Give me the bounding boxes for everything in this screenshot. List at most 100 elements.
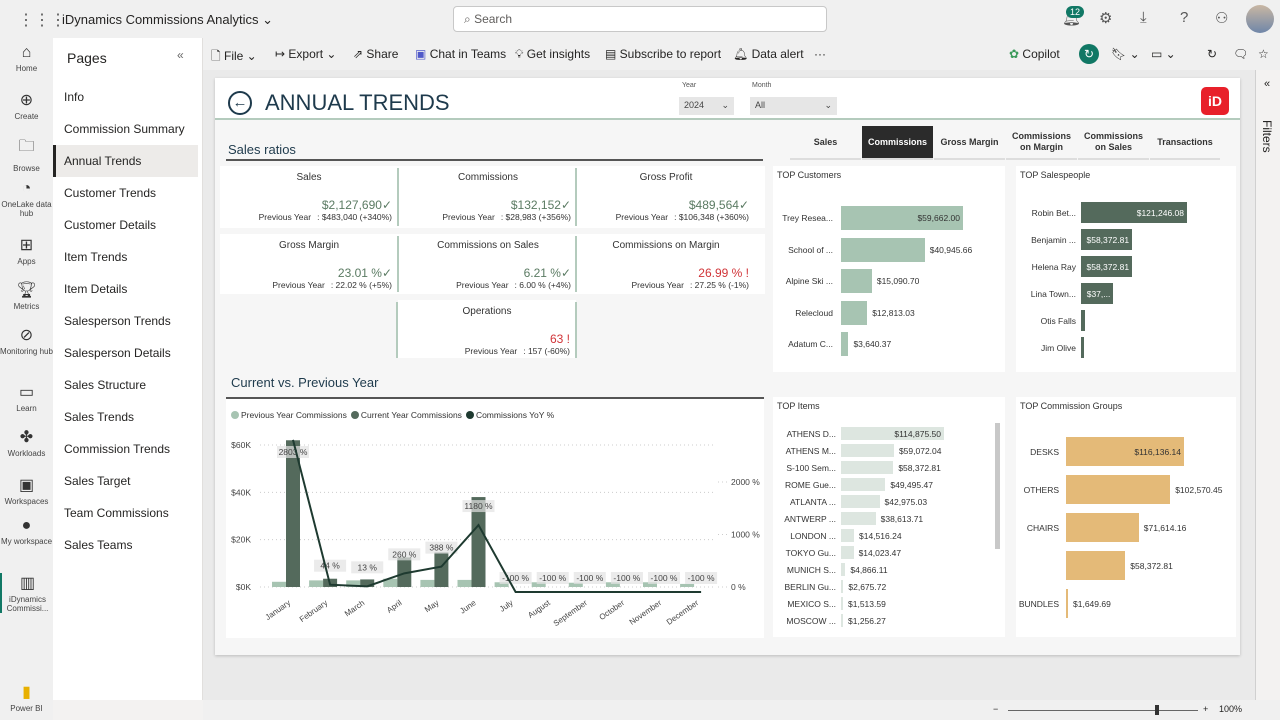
zoom-in-button[interactable]: +	[1203, 704, 1208, 714]
bar-row[interactable]: Lina Town... $37,...	[1016, 283, 1236, 304]
bar-value-label: $4,866.11	[850, 564, 888, 575]
bar[interactable]	[841, 614, 843, 627]
y-right-tick: 2000 %	[731, 477, 760, 487]
bar-row[interactable]: ANTWERP ... $38,613.71	[773, 512, 993, 525]
bar-category-label: ATLANTA ...	[790, 496, 836, 507]
bar-row[interactable]: LONDON ... $14,516.24	[773, 529, 993, 542]
bar[interactable]	[841, 461, 894, 474]
zoom-slider[interactable]	[1008, 710, 1198, 711]
bar[interactable]	[1081, 337, 1085, 358]
status-bar: − + 100%	[203, 700, 1280, 720]
bar-row[interactable]: MEXICO S... $1,513.59	[773, 597, 993, 610]
bar[interactable]	[841, 444, 894, 457]
bar-value-label: $3,640.37	[853, 339, 892, 349]
bar-row[interactable]: $58,372.81	[1016, 551, 1236, 580]
bar-row[interactable]: ATHENS M... $59,072.04	[773, 444, 993, 457]
bar-category-label: ROME Gue...	[784, 479, 836, 490]
bar-value-label: $37,...	[1086, 288, 1111, 299]
bar[interactable]	[841, 529, 854, 542]
bar[interactable]	[841, 478, 886, 491]
data-label-yoy: 260 %	[392, 549, 417, 559]
bar-row[interactable]: BERLIN Gu... $2,675.72	[773, 580, 993, 593]
bar-previous-january[interactable]	[272, 581, 286, 587]
zoom-out-button[interactable]: −	[993, 704, 998, 714]
bar-value-label: $1,256.27	[848, 615, 886, 626]
y-left-tick: $0K	[236, 582, 251, 592]
bar-category-label: MUNICH S...	[786, 564, 836, 575]
bar-category-label: ATHENS M...	[785, 445, 836, 456]
data-label-yoy: 13 %	[358, 562, 378, 572]
bar-value-label: $12,813.03	[872, 307, 915, 318]
bar[interactable]	[841, 495, 880, 508]
bar-row[interactable]: Benjamin ... $58,372.81	[1016, 229, 1236, 250]
bar-previous-december[interactable]	[680, 583, 695, 587]
bar-value-label: $49,495.47	[890, 479, 933, 490]
bar-row[interactable]: Relecloud $12,813.03	[773, 300, 993, 325]
bar-value-label: $58,372.81	[898, 462, 941, 473]
bar-category-label: MEXICO S...	[787, 598, 836, 609]
y-right-tick: 0 %	[731, 582, 746, 592]
bar[interactable]	[841, 580, 844, 593]
data-label-yoy: -100 %	[539, 573, 566, 583]
x-tick-september: September	[552, 598, 589, 628]
bar-previous-may[interactable]	[420, 579, 435, 587]
bar-category-label: DESKS	[1030, 446, 1059, 457]
bar-row[interactable]: Alpine Ski ... $15,090.70	[773, 269, 993, 293]
bar-category-label: Robin Bet...	[1031, 207, 1076, 218]
bar[interactable]	[841, 300, 868, 325]
data-label-yoy: 388 %	[429, 543, 454, 553]
bar-value-label: $71,614.16	[1143, 522, 1187, 533]
bar-row[interactable]: CHAIRS $71,614.16	[1016, 513, 1236, 542]
bar-value-label: $114,875.50	[894, 428, 941, 439]
bar-previous-february[interactable]	[309, 580, 324, 587]
bar-row[interactable]: ROME Gue... $49,495.47	[773, 478, 993, 491]
scrollbar[interactable]	[995, 423, 1000, 549]
bar[interactable]	[1066, 589, 1068, 618]
bar-value-label: $1,513.59	[848, 598, 886, 609]
x-tick-july: July	[498, 598, 515, 614]
bar-row[interactable]: MUNICH S... $4,866.11	[773, 563, 993, 576]
x-tick-april: April	[385, 598, 403, 615]
bar-category-label: Otis Falls	[1040, 315, 1076, 326]
bar-value-label: $14,516.24	[859, 530, 902, 541]
bar-row[interactable]: School of ... $40,945.66	[773, 237, 993, 262]
bar[interactable]	[841, 269, 872, 293]
bar-value-label: $59,662.00	[917, 213, 960, 223]
bar-row[interactable]: Jim Olive	[1016, 337, 1236, 358]
bar-row[interactable]: BUNDLES $1,649.69	[1016, 589, 1236, 618]
bar[interactable]	[841, 546, 854, 559]
zoom-slider-handle[interactable]	[1155, 705, 1159, 715]
bar[interactable]	[1066, 513, 1139, 542]
bar-row[interactable]: Otis Falls	[1016, 310, 1236, 331]
bar[interactable]	[841, 512, 876, 525]
y-left-tick: $60K	[231, 440, 251, 450]
bar-value-label: $58,372.81	[1130, 560, 1173, 571]
x-tick-december: December	[665, 598, 701, 627]
bar-row[interactable]: OTHERS $102,570.45	[1016, 475, 1236, 504]
bar-row[interactable]: S-100 Sem... $58,372.81	[773, 461, 993, 474]
bar[interactable]	[841, 332, 849, 356]
bar[interactable]	[1081, 310, 1086, 331]
bar-row[interactable]: DESKS $116,136.14	[1016, 437, 1236, 466]
bar-current-may[interactable]	[434, 552, 449, 587]
bar[interactable]	[1066, 475, 1171, 504]
bar-row[interactable]: Trey Resea... $59,662.00	[773, 206, 993, 230]
bar-value-label: $40,945.66	[929, 244, 973, 255]
bar[interactable]	[841, 597, 843, 610]
bar-row[interactable]: TOKYO Gu... $14,023.47	[773, 546, 993, 559]
bar[interactable]	[841, 563, 846, 576]
bar-row[interactable]: ATLANTA ... $42,975.03	[773, 495, 993, 508]
data-label-yoy: -100 %	[688, 573, 715, 583]
bar-row[interactable]: Helena Ray $58,372.81	[1016, 256, 1236, 277]
bar-previous-june[interactable]	[457, 579, 472, 587]
bar-row[interactable]: ATHENS D... $114,875.50	[773, 427, 993, 440]
bar[interactable]	[1066, 551, 1126, 580]
bar-value-label: $38,613.71	[880, 513, 924, 524]
zoom-level: 100%	[1219, 704, 1243, 714]
bar-row[interactable]: MOSCOW ... $1,256.27	[773, 614, 993, 627]
y-left-tick: $40K	[231, 487, 251, 497]
bar-category-label: ATHENS D...	[786, 428, 836, 439]
bar[interactable]	[841, 237, 925, 262]
bar-row[interactable]: Adatum C... $3,640.37	[773, 332, 993, 356]
bar-row[interactable]: Robin Bet... $121,246.08	[1016, 202, 1236, 223]
